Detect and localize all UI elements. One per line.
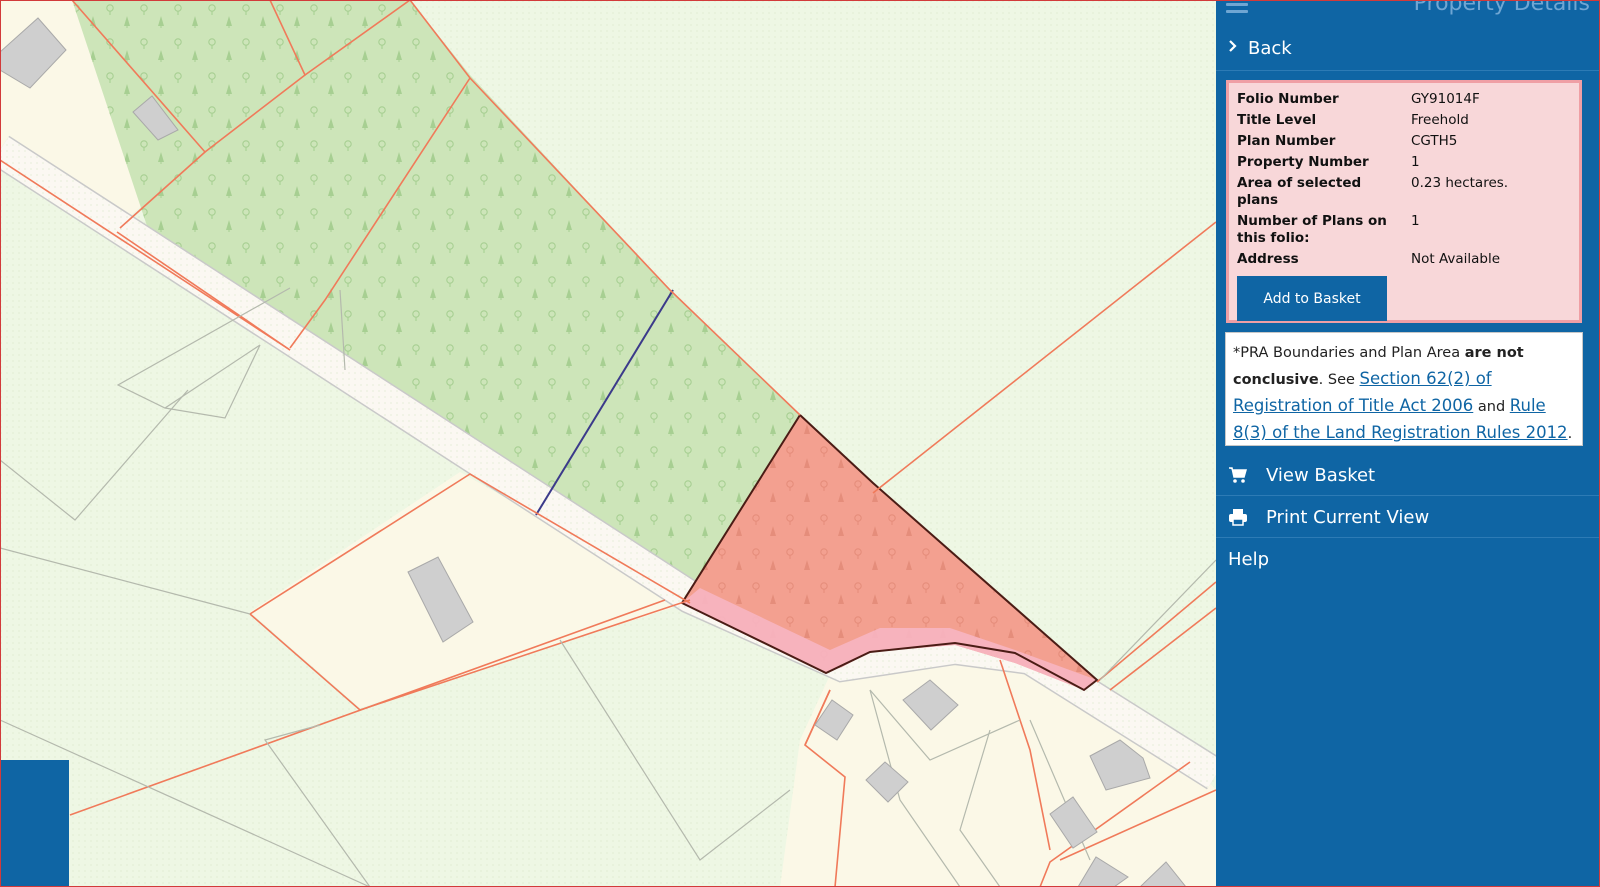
detail-row-title-level: Title Level Freehold bbox=[1237, 110, 1508, 131]
add-to-basket-button[interactable]: Add to Basket bbox=[1237, 276, 1387, 321]
folio-number-value: GY91014F bbox=[1411, 91, 1480, 107]
view-basket-label: View Basket bbox=[1266, 464, 1376, 486]
address-value: Not Available bbox=[1411, 251, 1501, 267]
property-number-label: Property Number bbox=[1237, 154, 1369, 170]
plan-number-value: CGTH5 bbox=[1411, 133, 1458, 149]
printer-icon bbox=[1228, 508, 1250, 526]
disclaimer-notice: *PRA Boundaries and Plan Area are not co… bbox=[1225, 332, 1583, 446]
area-label: Area of selected plans bbox=[1237, 175, 1362, 208]
address-label: Address bbox=[1237, 251, 1299, 267]
map-canvas[interactable] bbox=[0, 0, 1216, 887]
hamburger-icon[interactable] bbox=[1226, 0, 1248, 16]
help-label: Help bbox=[1228, 549, 1270, 570]
title-level-label: Title Level bbox=[1237, 112, 1317, 128]
detail-row-area: Area of selected plans 0.23 hectares. bbox=[1237, 173, 1508, 211]
print-current-view-button[interactable]: Print Current View bbox=[1216, 497, 1600, 538]
plans-count-value: 1 bbox=[1411, 213, 1420, 229]
map-control-tile[interactable] bbox=[1, 760, 69, 886]
title-level-value: Freehold bbox=[1411, 112, 1469, 128]
detail-row-plan-number: Plan Number CGTH5 bbox=[1237, 131, 1508, 152]
map-view[interactable] bbox=[0, 0, 1216, 887]
area-value: 0.23 hectares. bbox=[1411, 175, 1509, 191]
notice-suffix: . bbox=[1567, 426, 1573, 442]
panel-header: Property Details bbox=[1216, 0, 1600, 26]
notice-and: and bbox=[1473, 399, 1510, 415]
folio-number-label: Folio Number bbox=[1237, 91, 1339, 107]
help-button[interactable]: Help bbox=[1216, 539, 1600, 580]
detail-row-folio: Folio Number GY91014F bbox=[1237, 89, 1508, 110]
property-details-box: Folio Number GY91014F Title Level Freeho… bbox=[1226, 80, 1582, 323]
property-details-table: Folio Number GY91014F Title Level Freeho… bbox=[1237, 89, 1508, 270]
back-button[interactable]: Back bbox=[1216, 26, 1600, 71]
detail-row-property-number: Property Number 1 bbox=[1237, 152, 1508, 173]
property-number-value: 1 bbox=[1411, 154, 1420, 170]
panel-title: Property Details bbox=[1413, 0, 1590, 16]
cart-icon bbox=[1228, 466, 1250, 484]
plans-count-label: Number of Plans on this folio: bbox=[1237, 213, 1387, 246]
back-label: Back bbox=[1248, 37, 1292, 59]
detail-row-address: Address Not Available bbox=[1237, 249, 1508, 270]
chevron-right-icon bbox=[1228, 39, 1238, 57]
detail-row-plans-count: Number of Plans on this folio: 1 bbox=[1237, 211, 1508, 249]
plan-number-label: Plan Number bbox=[1237, 133, 1336, 149]
notice-prefix: *PRA Boundaries and Plan Area bbox=[1233, 345, 1465, 361]
view-basket-button[interactable]: View Basket bbox=[1216, 455, 1600, 496]
notice-see: . See bbox=[1318, 372, 1360, 388]
property-details-panel: Property Details Back Folio Number GY910… bbox=[1216, 0, 1600, 887]
print-view-label: Print Current View bbox=[1266, 506, 1430, 528]
